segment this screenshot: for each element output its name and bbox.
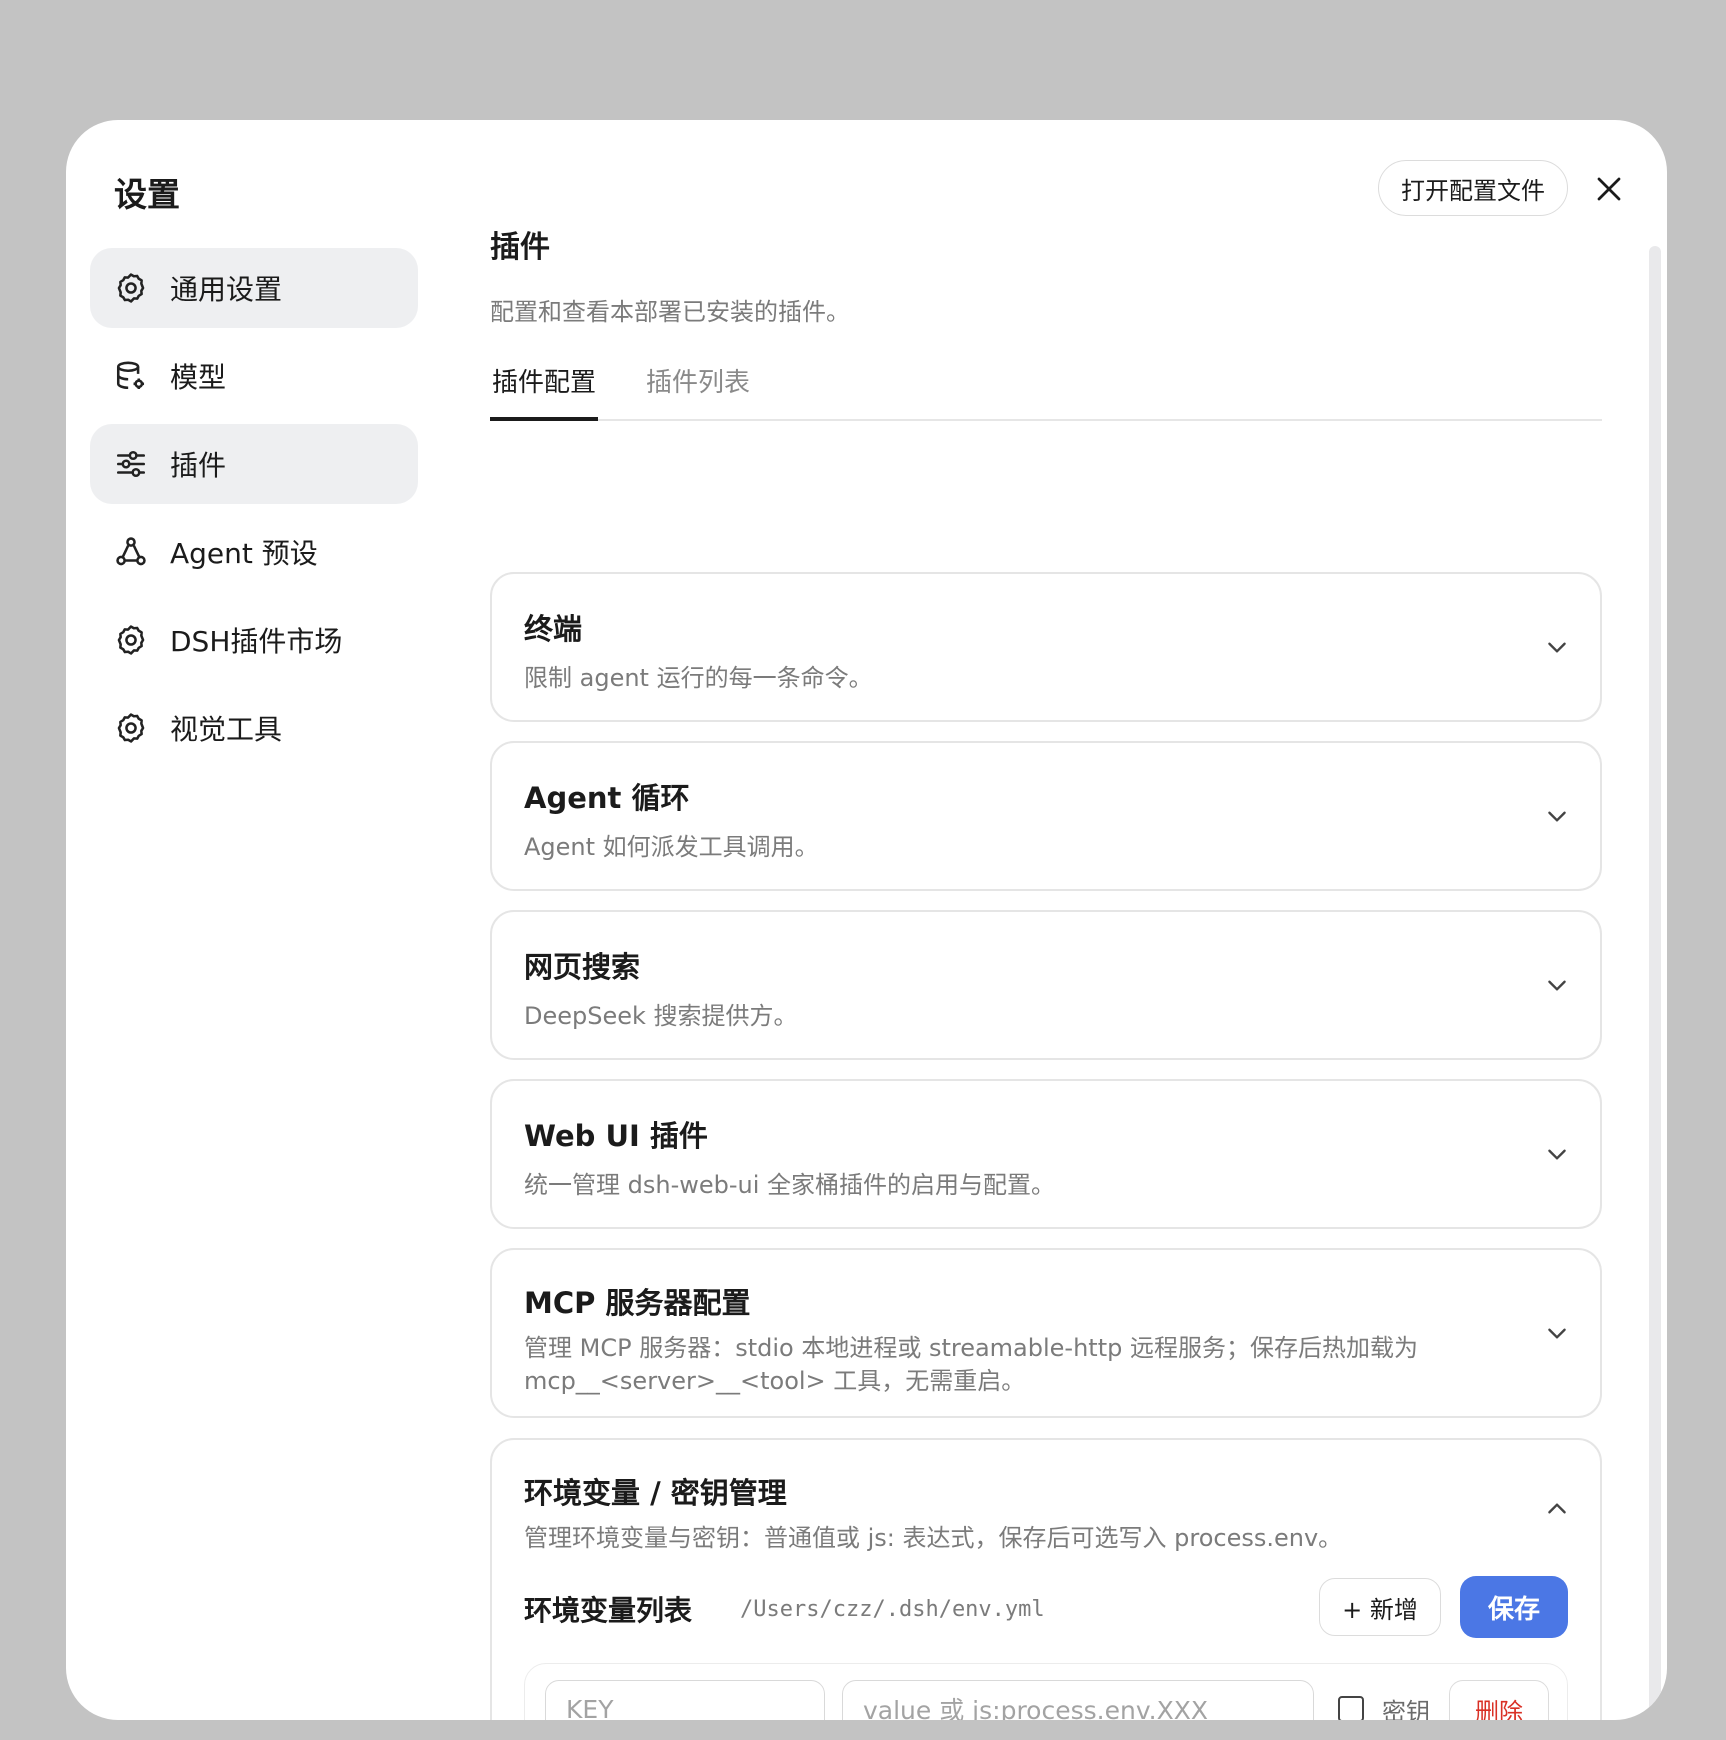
sidebar-item-label: Agent 预设 xyxy=(170,537,318,570)
tab-plugin-list[interactable]: 插件列表 xyxy=(644,361,752,421)
close-icon xyxy=(1597,177,1621,201)
plugin-card-env-secrets: 环境变量 / 密钥管理 管理环境变量与密钥：普通值或 js: 表达式，保存后可选… xyxy=(490,1438,1602,1720)
sidebar-item-label: DSH插件市场 xyxy=(170,625,343,658)
sidebar-item-general[interactable]: 通用设置 xyxy=(90,248,418,328)
settings-dialog: 设置 通用设置 模型 插件 Agent 预设 DSH插件市场 视觉工具 打开配置… xyxy=(66,120,1667,1720)
chevron-down-icon xyxy=(1548,642,1566,653)
env-list-header: 环境变量列表 /Users/czz/.dsh/env.yml + 新增 保存 xyxy=(524,1576,1568,1640)
card-header[interactable]: Agent 循环 Agent 如何派发工具调用。 xyxy=(492,743,1600,864)
card-description: DeepSeek 搜索提供方。 xyxy=(524,1002,798,1030)
tab-plugin-config[interactable]: 插件配置 xyxy=(490,361,599,421)
chevron-up-icon xyxy=(1548,1503,1566,1514)
sidebar-item-label: 模型 xyxy=(170,361,227,394)
close-button[interactable] xyxy=(1592,172,1626,206)
card-header[interactable]: 环境变量 / 密钥管理 管理环境变量与密钥：普通值或 js: 表达式，保存后可选… xyxy=(492,1440,1600,1555)
agent-nodes-icon xyxy=(114,535,148,569)
tab-bar: 插件配置 插件列表 xyxy=(490,361,1602,421)
env-value-input[interactable]: value 或 js:process.env.XXX xyxy=(842,1680,1314,1720)
page-description: 配置和查看本部署已安装的插件。 xyxy=(490,298,850,326)
plugin-card-web-search: 网页搜索 DeepSeek 搜索提供方。 xyxy=(490,910,1602,1060)
sidebar-item-plugins[interactable]: 插件 xyxy=(90,424,418,504)
gear-icon xyxy=(114,711,148,745)
gear-icon xyxy=(114,623,148,657)
scrollbar[interactable] xyxy=(1649,246,1661,1720)
card-header[interactable]: 终端 限制 agent 运行的每一条命令。 xyxy=(492,574,1600,695)
secret-label: 密钥 xyxy=(1382,1698,1430,1720)
sliders-icon xyxy=(114,447,148,481)
chevron-down-icon xyxy=(1548,811,1566,822)
chevron-down-icon xyxy=(1548,1149,1566,1160)
delete-button[interactable]: 删除 xyxy=(1449,1680,1549,1720)
sidebar-item-vision-tools[interactable]: 视觉工具 xyxy=(90,688,418,768)
sidebar: 通用设置 模型 插件 Agent 预设 DSH插件市场 视觉工具 xyxy=(90,248,418,776)
env-entry-row: KEY value 或 js:process.env.XXX 密钥 删除 xyxy=(524,1663,1568,1720)
dialog-title: 设置 xyxy=(114,175,180,214)
plugin-card-agent-loop: Agent 循环 Agent 如何派发工具调用。 xyxy=(490,741,1602,891)
sidebar-item-label: 插件 xyxy=(170,449,227,482)
card-description: 限制 agent 运行的每一条命令。 xyxy=(524,664,873,692)
chevron-down-icon xyxy=(1548,1328,1566,1339)
env-key-input[interactable]: KEY xyxy=(545,1680,825,1720)
sidebar-item-dsh-market[interactable]: DSH插件市场 xyxy=(90,600,418,680)
card-title: 环境变量 / 密钥管理 xyxy=(524,1476,787,1510)
main-content: 插件 配置和查看本部署已安装的插件。 插件配置 插件列表 终端 限制 agent… xyxy=(490,220,1602,1720)
sidebar-item-label: 视觉工具 xyxy=(170,713,283,746)
plugin-card-mcp: MCP 服务器配置 管理 MCP 服务器：stdio 本地进程或 streama… xyxy=(490,1248,1602,1418)
card-description: 管理环境变量与密钥：普通值或 js: 表达式，保存后可选写入 process.e… xyxy=(524,1524,1343,1552)
card-title: 终端 xyxy=(524,612,583,646)
env-file-path: /Users/czz/.dsh/env.yml xyxy=(740,1596,1045,1622)
card-title: MCP 服务器配置 xyxy=(524,1286,751,1320)
save-button[interactable]: 保存 xyxy=(1460,1576,1568,1638)
chevron-down-icon xyxy=(1548,980,1566,991)
card-header[interactable]: 网页搜索 DeepSeek 搜索提供方。 xyxy=(492,912,1600,1033)
sidebar-item-label: 通用设置 xyxy=(170,273,283,306)
card-description: Agent 如何派发工具调用。 xyxy=(524,833,819,861)
card-description: 统一管理 dsh-web-ui 全家桶插件的启用与配置。 xyxy=(524,1171,1056,1199)
gear-icon xyxy=(114,271,148,305)
add-env-button[interactable]: + 新增 xyxy=(1319,1578,1441,1636)
sidebar-item-models[interactable]: 模型 xyxy=(90,336,418,416)
plugin-card-terminal: 终端 限制 agent 运行的每一条命令。 xyxy=(490,572,1602,722)
open-config-file-button[interactable]: 打开配置文件 xyxy=(1378,160,1568,216)
card-description: 管理 MCP 服务器：stdio 本地进程或 streamable-http 远… xyxy=(524,1334,1418,1395)
card-title: Agent 循环 xyxy=(524,781,690,815)
card-header[interactable]: Web UI 插件 统一管理 dsh-web-ui 全家桶插件的启用与配置。 xyxy=(492,1081,1600,1202)
card-title: 网页搜索 xyxy=(524,950,641,984)
sidebar-item-agent-presets[interactable]: Agent 预设 xyxy=(90,512,418,592)
secret-checkbox[interactable] xyxy=(1338,1696,1364,1720)
card-header[interactable]: MCP 服务器配置 管理 MCP 服务器：stdio 本地进程或 streama… xyxy=(492,1250,1600,1398)
database-gear-icon xyxy=(114,359,148,393)
plugin-card-web-ui: Web UI 插件 统一管理 dsh-web-ui 全家桶插件的启用与配置。 xyxy=(490,1079,1602,1229)
env-list-title: 环境变量列表 xyxy=(524,1594,693,1627)
page-title: 插件 xyxy=(490,230,550,265)
card-title: Web UI 插件 xyxy=(524,1119,708,1153)
